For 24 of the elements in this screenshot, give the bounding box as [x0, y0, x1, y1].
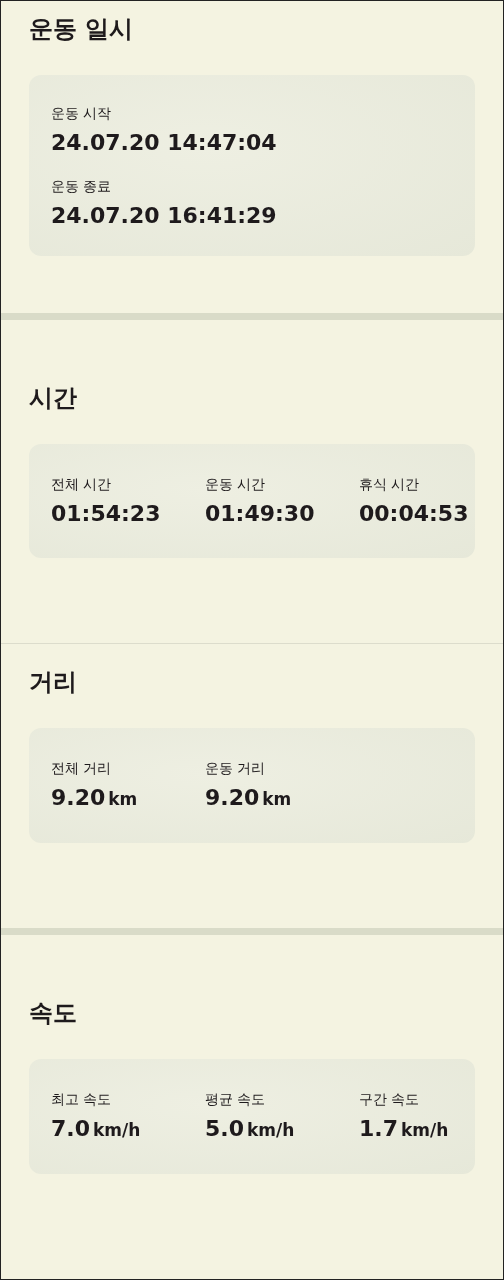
stat-label: 전체 거리 [51, 759, 113, 777]
stat-label: 평균 속도 [205, 1090, 267, 1108]
stat-value: 01:49:30 [205, 500, 316, 528]
stat-label: 운동 종료 [51, 177, 113, 195]
stat-label: 운동 시작 [51, 104, 113, 122]
stat-value: 00:04:53 [359, 500, 470, 528]
stat-value: 9.20 km [51, 784, 139, 812]
section-title: 속도 [29, 998, 78, 1028]
stat-label: 휴식 시간 [359, 475, 421, 493]
section-title: 거리 [29, 667, 78, 697]
stat-label: 운동 거리 [205, 759, 267, 777]
stat-label: 최고 속도 [51, 1090, 113, 1108]
stat-label: 구간 속도 [359, 1090, 421, 1108]
section-title: 시간 [29, 383, 78, 413]
section-title: 운동 일시 [29, 14, 135, 44]
stat-value: 7.0 km/h [51, 1115, 142, 1143]
stat-label: 전체 시간 [51, 475, 113, 493]
stat-value: 24.07.20 16:41:29 [51, 202, 278, 230]
stat-value: 1.7 km/h [359, 1115, 450, 1143]
stat-label: 운동 시간 [205, 475, 267, 493]
stat-value: 5.0 km/h [205, 1115, 296, 1143]
stat-value: 24.07.20 14:47:04 [51, 129, 278, 157]
stat-value: 9.20 km [205, 784, 293, 812]
stat-value: 01:54:23 [51, 500, 162, 528]
